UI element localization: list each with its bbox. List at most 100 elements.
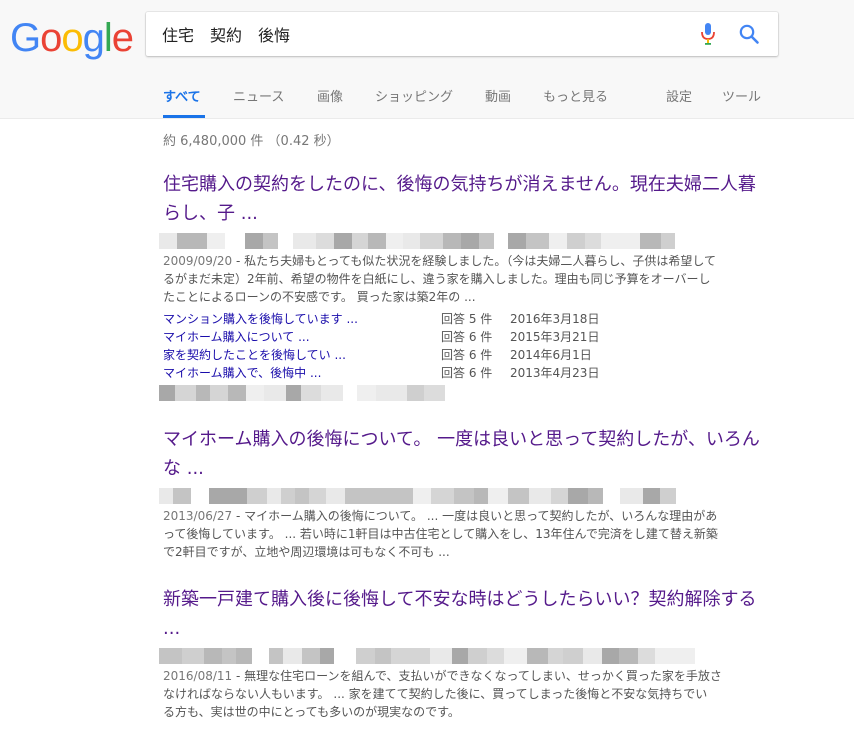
pixel-block [638,648,655,664]
snippet-text: るがまだ未定）2年前、希望の物件を白紙にし、違う家を購入しました。理由も同じ予算… [163,272,711,286]
pixel-block [293,233,316,249]
result-stats: 約 6,480,000 件 （0.42 秒） [163,134,340,149]
tab-tools[interactable]: ツール [722,86,761,105]
tab-all[interactable]: すべて [163,86,201,105]
logo-letter: G [10,16,41,60]
pixel-block [320,648,334,664]
pixel-block [452,648,468,664]
pixel-block [494,233,508,249]
snippet-text: で2軒目ですが、立地や周辺環境は可もなく不可も ... [163,545,450,559]
pixel-block [643,488,660,504]
pixel-block [488,488,508,504]
search-input[interactable] [162,22,682,46]
pixel-block [173,488,191,504]
pixel-block [390,488,413,504]
sublink-date: 2013年4月23日 [510,366,600,380]
snippet-text: って後悔しています。 ... 若い時に1軒目は中古住宅として購入をし、13年住ん… [163,527,718,541]
pixel-block [182,648,204,664]
pixel-block [356,648,375,664]
pixel-block [191,488,209,504]
logo-letter: o [40,16,62,60]
pixel-block [326,488,345,504]
sublink[interactable]: マイホーム購入で、後悔中 ... [163,364,321,382]
snippet-text: - 無理な住宅ローンを組んで、支払いができなくなってしまい、せっかく買った家を手… [232,669,722,683]
search-result: 新築一戸建て購入後に後悔して不安な時はどうしたらいい？契約解除する ... 20… [159,585,763,721]
pixel-block [391,385,407,401]
search-icon[interactable] [738,23,760,45]
pixel-block [301,385,321,401]
answer-count: 回答 6 件 [441,330,493,344]
pixel-block [468,648,487,664]
snippet-text: - 私たち夫婦もとっても似た状況を経験しました。（今は夫婦二人暮らし、子供は希望… [232,254,716,268]
result-title[interactable]: 新築一戸建て購入後に後悔して不安な時はどうしたらいい？契約解除する ... [163,585,763,643]
pixel-block [309,488,326,504]
tab-shopping[interactable]: ショッピング [375,86,453,105]
pixel-block [487,648,504,664]
snippet-text: なければならない人もいます。 ... 家を建てて契約した後に、買ってしまった後悔… [163,687,708,701]
sublink[interactable]: マンション購入を後悔しています ... [163,310,358,328]
pixel-block [357,385,376,401]
pixel-block [193,233,207,249]
sublink[interactable]: 家を契約したことを後悔してい ... [163,346,346,364]
pixel-block [660,488,676,504]
sublink-row: マイホーム購入で、後悔中 ... 回答 6 件 2013年4月23日 [163,364,763,382]
pixel-block [602,648,619,664]
pixel-block [209,488,230,504]
result-title[interactable]: マイホーム購入の後悔について。 一度は良いと思って契約したが、いろん な ... [163,425,763,483]
pixel-block [549,233,567,249]
pixel-block [474,488,488,504]
result-date: 2016/08/11 [163,669,233,683]
pixel-block [413,488,431,504]
logo-letter: e [111,16,134,60]
pixel-block [443,233,461,249]
sublink-row: マイホーム購入について ... 回答 6 件 2015年3月21日 [163,328,763,346]
pixel-block [264,385,286,401]
pixel-block [424,385,445,401]
pixel-block [345,488,367,504]
pixel-block [386,233,403,249]
pixel-block [343,385,357,401]
header: Google すべて ニュース 画像 ショッピング 動画 もっと見る 設定 ツー… [0,0,854,119]
pixel-block [334,233,352,249]
pixel-block [230,488,247,504]
pixel-block [479,233,494,249]
pixel-block [246,385,264,401]
answer-count: 回答 6 件 [441,348,493,362]
pixel-block [508,233,526,249]
tab-more[interactable]: もっと見る [543,86,608,105]
pixel-block [603,488,620,504]
google-logo[interactable]: Google [10,14,134,62]
pixel-block [177,233,193,249]
logo-letter: g [82,16,105,60]
answer-count: 回答 6 件 [441,366,493,380]
pixel-block [568,488,588,504]
sublink[interactable]: マイホーム購入について ... [163,328,310,346]
pixel-block [210,385,228,401]
tab-videos[interactable]: 動画 [485,86,511,105]
pixel-block [588,488,603,504]
result-snippet: 2013/06/27 - マイホーム購入の後悔について。 ... 一度は良いと思… [163,507,763,561]
sublink-date: 2016年3月18日 [510,312,600,326]
result-date: 2013/06/27 [163,509,233,523]
pixel-block [672,648,695,664]
result-title[interactable]: 住宅購入の契約をしたのに、後悔の気持ちが消えません。現在夫婦二人暮 らし、子 .… [163,170,763,228]
pixel-block [321,385,343,401]
microphone-icon[interactable] [698,22,718,46]
active-tab-indicator [163,115,205,118]
pixel-block [529,488,551,504]
result-snippet: 2009/09/20 - 私たち夫婦もとっても似た状況を経験しました。（今は夫婦… [163,252,763,306]
pixel-block [548,648,563,664]
pixel-block [159,385,175,401]
snippet-text: たことによるローンの不安感です。 買った家は築2年の ... [163,290,476,304]
pixel-block [527,648,548,664]
result-url-pixelated [159,230,763,250]
tab-settings[interactable]: 設定 [666,86,692,105]
pixel-block [247,488,267,504]
tab-images[interactable]: 画像 [317,86,343,105]
sublinks-table: マンション購入を後悔しています ... 回答 5 件 2016年3月18日 マイ… [163,310,763,382]
logo-letter: l [103,16,113,60]
result-title-line: ... [163,618,181,639]
pixel-block [286,385,301,401]
pixel-block [159,488,173,504]
tab-news[interactable]: ニュース [233,86,284,105]
